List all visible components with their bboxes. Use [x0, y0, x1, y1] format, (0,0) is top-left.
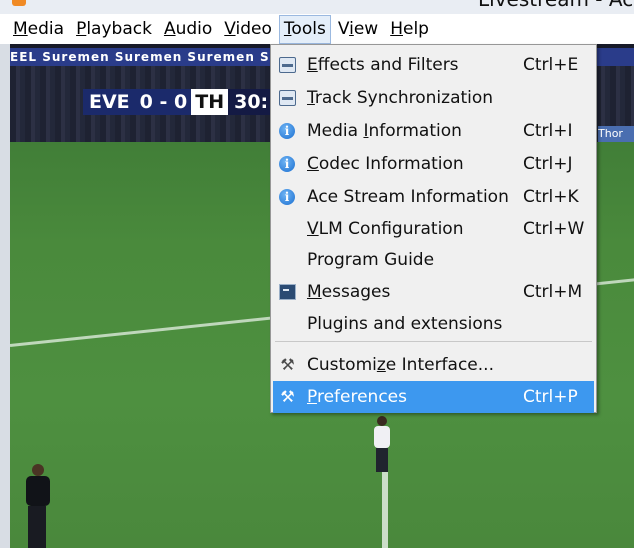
scorebug: EVE 0 - 0 TH 30:16 — [83, 89, 301, 115]
sync-icon — [279, 90, 296, 106]
menuitem-shortcut: Ctrl+K — [523, 187, 579, 207]
menuitem-shortcut: Ctrl+E — [523, 55, 579, 75]
filter-icon — [279, 57, 296, 73]
menu-audio[interactable]: Audio — [159, 15, 217, 44]
menuitem-label: Effects and Filters — [307, 55, 459, 75]
menuitem-label: VLM Configuration — [307, 219, 464, 239]
away-team: TH — [191, 89, 229, 115]
menu-view[interactable]: View — [333, 15, 383, 44]
tools-icon: ⚒ — [280, 355, 295, 374]
menu-help[interactable]: Help — [385, 15, 434, 44]
window-title: Livestream - Ace — [478, 0, 634, 11]
menuitem-shortcut: Ctrl+P — [523, 387, 578, 407]
menuitem-label: Plugins and extensions — [307, 314, 503, 334]
referee — [20, 464, 54, 548]
info-icon: i — [279, 123, 295, 139]
window-frame — [0, 44, 10, 548]
menuitem-shortcut: Ctrl+M — [523, 282, 583, 302]
menuitem-media-information[interactable]: i Media Information Ctrl+I — [273, 115, 594, 147]
menuitem-label: Program Guide — [307, 250, 435, 270]
pitch-line — [382, 472, 388, 548]
menuitem-label: Track Synchronization — [307, 88, 494, 108]
menuitem-program-guide[interactable]: Program Guide — [273, 244, 594, 276]
menuitem-codec-information[interactable]: i Codec Information Ctrl+J — [273, 148, 594, 180]
menu-playback[interactable]: Playback — [71, 15, 157, 44]
menu-tools[interactable]: Tools — [278, 14, 331, 44]
menuitem-messages[interactable]: Messages Ctrl+M — [273, 276, 594, 308]
menuitem-label: Ace Stream Information — [307, 187, 509, 207]
advertising-board-right: Thor — [598, 126, 634, 142]
info-icon: i — [279, 189, 295, 205]
menuitem-vlm-configuration[interactable]: VLM Configuration Ctrl+W — [273, 213, 594, 245]
menuitem-ace-stream-information[interactable]: i Ace Stream Information Ctrl+K — [273, 181, 594, 213]
menuitem-label: Customize Interface... — [307, 355, 494, 375]
menuitem-customize-interface[interactable]: ⚒ Customize Interface... — [273, 349, 594, 381]
menuitem-label: Preferences — [307, 387, 407, 407]
messages-icon — [279, 284, 296, 300]
menuitem-shortcut: Ctrl+J — [523, 154, 573, 174]
menuitem-track-synchronization[interactable]: Track Synchronization — [273, 82, 594, 114]
tools-dropdown-menu: Effects and Filters Ctrl+E Track Synchro… — [270, 44, 597, 413]
home-team: EVE — [83, 89, 136, 115]
menuitem-preferences[interactable]: ⚒ Preferences Ctrl+P — [273, 381, 594, 413]
menuitem-label: Codec Information — [307, 154, 464, 174]
menuitem-shortcut: Ctrl+W — [523, 219, 585, 239]
player — [372, 416, 392, 472]
menu-bar: Media Playback Audio Video Tools View He… — [0, 14, 634, 44]
menuitem-label: Media Information — [307, 121, 462, 141]
menuitem-label: Messages — [307, 282, 391, 302]
menuitem-effects-and-filters[interactable]: Effects and Filters Ctrl+E — [273, 49, 594, 81]
title-bar: Livestream - Ace — [0, 0, 634, 14]
menuitem-shortcut: Ctrl+I — [523, 121, 573, 141]
menu-separator — [275, 341, 592, 342]
tools-icon: ⚒ — [280, 387, 295, 406]
score: 0 - 0 — [135, 89, 192, 115]
menu-media[interactable]: Media — [8, 15, 69, 44]
app-icon — [12, 0, 26, 6]
menu-video[interactable]: Video — [219, 15, 277, 44]
info-icon: i — [279, 156, 295, 172]
menuitem-plugins-and-extensions[interactable]: Plugins and extensions — [273, 308, 594, 340]
